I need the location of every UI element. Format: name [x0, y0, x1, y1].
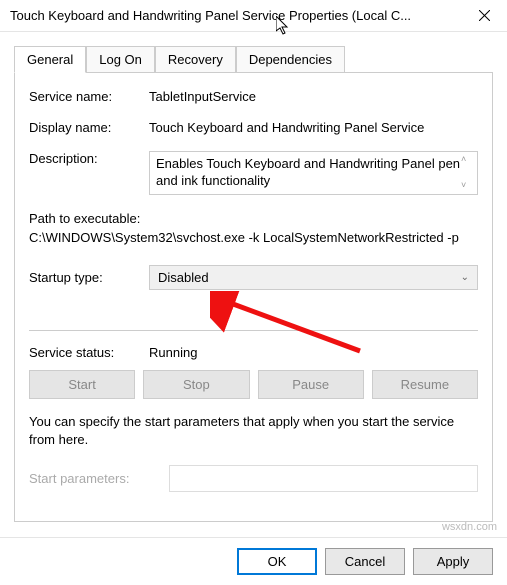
- watermark: wsxdn.com: [442, 521, 497, 533]
- scroll-up-icon[interactable]: ˄: [461, 154, 475, 166]
- row-path: Path to executable: C:\WINDOWS\System32\…: [29, 211, 478, 245]
- scroll-down-icon[interactable]: ˅: [461, 180, 475, 192]
- chevron-down-icon: ⌄: [461, 272, 469, 283]
- pause-button[interactable]: Pause: [258, 370, 364, 399]
- tab-panel-general: Service name: TabletInputService Display…: [14, 72, 493, 522]
- cancel-button[interactable]: Cancel: [325, 548, 405, 575]
- startup-type-label: Startup type:: [29, 270, 149, 285]
- row-service-name: Service name: TabletInputService: [29, 89, 478, 104]
- ok-button[interactable]: OK: [237, 548, 317, 575]
- close-icon: [479, 10, 490, 21]
- dialog-button-row: OK Cancel Apply: [0, 537, 507, 585]
- row-service-status: Service status: Running: [29, 345, 478, 360]
- window-title: Touch Keyboard and Handwriting Panel Ser…: [10, 8, 411, 23]
- service-status-value: Running: [149, 345, 478, 360]
- tab-recovery[interactable]: Recovery: [155, 46, 236, 72]
- startup-type-value: Disabled: [158, 270, 209, 285]
- path-label: Path to executable:: [29, 211, 478, 226]
- display-name-label: Display name:: [29, 120, 149, 135]
- startup-type-select[interactable]: Disabled ⌄: [149, 265, 478, 290]
- apply-button[interactable]: Apply: [413, 548, 493, 575]
- description-text: Enables Touch Keyboard and Handwriting P…: [156, 156, 460, 188]
- tab-strip: General Log On Recovery Dependencies: [14, 46, 493, 72]
- tab-dependencies[interactable]: Dependencies: [236, 46, 345, 72]
- display-name-value: Touch Keyboard and Handwriting Panel Ser…: [149, 120, 478, 135]
- dialog-content: General Log On Recovery Dependencies Ser…: [0, 32, 507, 534]
- separator: [29, 330, 478, 331]
- row-display-name: Display name: Touch Keyboard and Handwri…: [29, 120, 478, 135]
- description-label: Description:: [29, 151, 149, 166]
- description-scroll[interactable]: ˄ ˅: [461, 154, 475, 192]
- resume-button[interactable]: Resume: [372, 370, 478, 399]
- service-name-value: TabletInputService: [149, 89, 478, 104]
- service-name-label: Service name:: [29, 89, 149, 104]
- start-button[interactable]: Start: [29, 370, 135, 399]
- titlebar: Touch Keyboard and Handwriting Panel Ser…: [0, 0, 507, 32]
- path-value: C:\WINDOWS\System32\svchost.exe -k Local…: [29, 230, 459, 245]
- start-params-note: You can specify the start parameters tha…: [29, 413, 478, 449]
- service-status-label: Service status:: [29, 345, 149, 360]
- close-button[interactable]: [462, 0, 507, 32]
- tab-logon[interactable]: Log On: [86, 46, 155, 72]
- start-parameters-input[interactable]: [169, 465, 478, 492]
- row-start-parameters: Start parameters:: [29, 465, 478, 492]
- tab-general[interactable]: General: [14, 46, 86, 73]
- start-parameters-label: Start parameters:: [29, 471, 169, 486]
- description-box[interactable]: Enables Touch Keyboard and Handwriting P…: [149, 151, 478, 195]
- row-description: Description: Enables Touch Keyboard and …: [29, 151, 478, 195]
- service-control-buttons: Start Stop Pause Resume: [29, 370, 478, 399]
- row-startup-type: Startup type: Disabled ⌄: [29, 265, 478, 290]
- stop-button[interactable]: Stop: [143, 370, 249, 399]
